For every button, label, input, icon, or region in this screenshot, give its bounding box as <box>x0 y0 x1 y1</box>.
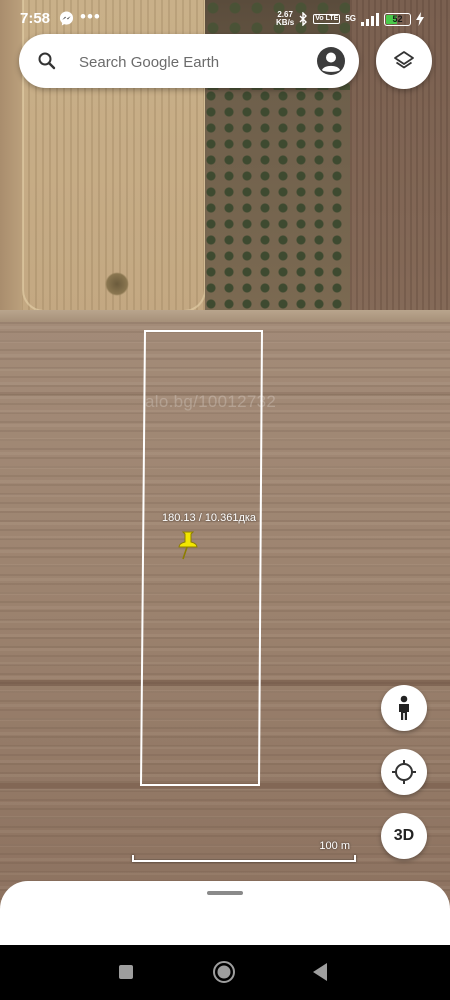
field-furrow <box>0 783 450 789</box>
square-icon <box>119 965 133 979</box>
3d-toggle-button[interactable]: 3D <box>381 813 427 859</box>
network-type: 5G <box>345 14 356 23</box>
field-furrow <box>0 392 450 395</box>
drag-handle[interactable] <box>207 891 243 895</box>
bluetooth-icon <box>299 12 308 26</box>
back-button[interactable] <box>307 959 333 985</box>
circle-icon <box>213 961 235 983</box>
bottom-sheet[interactable] <box>0 881 450 945</box>
search-bar[interactable] <box>19 34 359 90</box>
scale-label: 100 m <box>319 840 350 852</box>
search-input[interactable] <box>77 34 311 90</box>
layers-icon <box>394 51 414 69</box>
recents-button[interactable] <box>113 959 139 985</box>
battery-percent: 52 <box>392 14 403 24</box>
triangle-icon <box>313 963 327 981</box>
status-time: 7:58 <box>20 10 51 27</box>
battery-icon: 52 <box>384 12 411 26</box>
avatar-icon[interactable] <box>316 46 346 76</box>
messenger-icon <box>59 11 74 26</box>
navigation-bar <box>0 945 450 1000</box>
my-location-button[interactable] <box>381 749 427 795</box>
orchard <box>205 90 350 322</box>
status-icons: 2.67 KB/s Vo LTE 5G 52 <box>276 9 424 29</box>
search-icon[interactable] <box>37 51 57 71</box>
network-speed-unit: KB/s <box>276 18 295 27</box>
satellite-map[interactable]: alo.bg/10012732 180.13 / 10.361дка <box>0 0 450 945</box>
home-button[interactable] <box>211 959 237 985</box>
crosshair-icon <box>392 760 416 784</box>
pegman-icon <box>399 695 409 720</box>
dirt-road <box>0 310 450 322</box>
tree-clump <box>105 272 129 296</box>
scale-bar: 100 m <box>132 840 358 862</box>
signal-icon <box>361 12 379 26</box>
layers-button[interactable] <box>376 33 432 89</box>
field-furrow <box>0 680 450 686</box>
charging-icon <box>416 12 424 26</box>
volte-badge: Vo LTE <box>313 14 341 24</box>
network-speed: 2.67 KB/s <box>276 11 294 27</box>
field-edge <box>0 0 22 322</box>
scale-line <box>132 855 356 862</box>
more-notifications-icon: ••• <box>80 7 101 26</box>
street-view-button[interactable] <box>381 685 427 731</box>
